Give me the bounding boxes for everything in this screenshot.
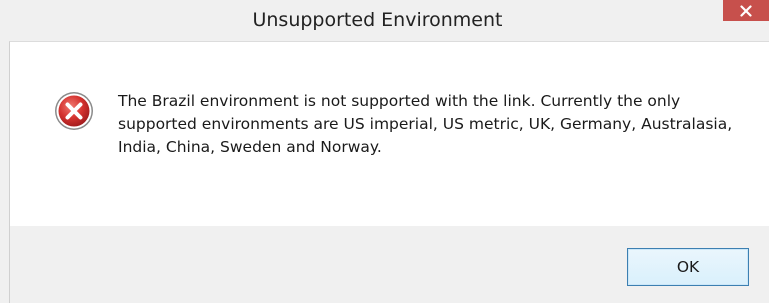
window-frame <box>0 41 9 303</box>
close-button[interactable] <box>723 0 769 21</box>
window-title: Unsupported Environment <box>252 9 503 31</box>
error-icon <box>55 92 93 130</box>
title-bar[interactable]: Unsupported Environment <box>0 0 769 41</box>
error-dialog: Unsupported Environment The Brazil envir… <box>0 0 769 303</box>
ok-button[interactable]: OK <box>627 248 749 286</box>
error-message: The Brazil environment is not supported … <box>118 92 733 156</box>
message-area: The Brazil environment is not supported … <box>9 41 769 226</box>
close-icon <box>740 4 752 17</box>
button-bar: OK <box>9 226 769 303</box>
